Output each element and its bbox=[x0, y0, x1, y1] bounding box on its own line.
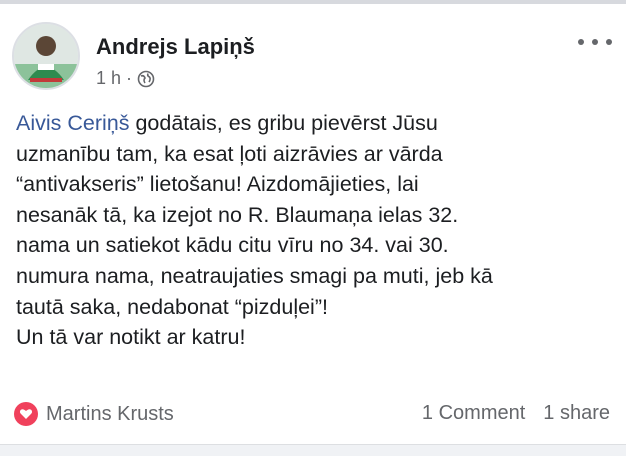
more-dot bbox=[606, 39, 612, 45]
more-options-icon[interactable] bbox=[578, 32, 612, 52]
post-line: tautā saka, nedabonat “pizduļei”! bbox=[16, 294, 328, 319]
mention-link[interactable]: Aivis Ceriņš bbox=[16, 111, 130, 135]
reaction-summary[interactable]: Martins Krusts bbox=[14, 402, 174, 426]
bottom-divider bbox=[0, 444, 626, 456]
post-time[interactable]: 1 h bbox=[96, 68, 121, 89]
facebook-post: Andrejs Lapiņš 1 h · Aivis Ceriņš godāta… bbox=[0, 0, 626, 456]
post-body: Aivis Ceriņš godātais, es gribu pievērst… bbox=[16, 108, 616, 353]
heart-icon bbox=[14, 402, 38, 426]
comments-count[interactable]: 1 Comment bbox=[422, 402, 525, 425]
globe-icon[interactable] bbox=[137, 70, 155, 88]
reaction-name: Martins Krusts bbox=[46, 402, 174, 425]
post-line: numura nama, neatraujaties smagi pa muti… bbox=[16, 263, 493, 288]
avatar[interactable] bbox=[12, 22, 80, 90]
meta-separator: · bbox=[126, 68, 133, 88]
author-name[interactable]: Andrejs Lapiņš bbox=[96, 34, 255, 60]
post-line: nama un satiekot kādu citu vīru no 34. v… bbox=[16, 233, 449, 258]
top-divider bbox=[0, 0, 626, 4]
shares-count[interactable]: 1 share bbox=[543, 402, 610, 425]
engagement-counts: 1 Comment 1 share bbox=[422, 402, 610, 425]
post-line: uzmanību tam, ka esat ļoti aizrāvies ar … bbox=[16, 141, 443, 166]
post-line: nesanāk tā, ka izejot no R. Blaumaņa iel… bbox=[16, 202, 459, 227]
post-meta: 1 h · bbox=[96, 68, 155, 89]
post-line: Un tā var notikt ar katru! bbox=[16, 325, 246, 350]
more-dot bbox=[592, 39, 598, 45]
more-dot bbox=[578, 39, 584, 45]
post-header: Andrejs Lapiņš 1 h · bbox=[0, 18, 626, 104]
post-footer: Martins Krusts 1 Comment 1 share bbox=[0, 396, 626, 434]
post-line: Aivis Ceriņš godātais, es gribu pievērst… bbox=[16, 108, 616, 139]
avatar-image bbox=[14, 24, 78, 88]
post-text: godātais, es gribu pievērst Jūsu bbox=[129, 111, 438, 135]
post-line: “antivakseris” lietošanu! Aizdomājieties… bbox=[16, 172, 419, 197]
